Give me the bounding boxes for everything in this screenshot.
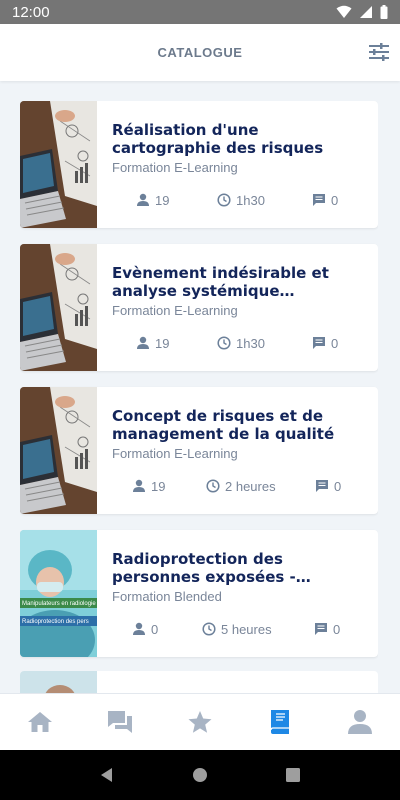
duration: 5 heures (202, 622, 272, 637)
recents-icon[interactable] (285, 767, 301, 783)
course-card[interactable]: Evènement indésirable et analyse systémi… (20, 244, 378, 371)
signal-icon (360, 6, 372, 18)
system-icons (336, 5, 388, 19)
course-meta: 19 1h30 0 (112, 191, 368, 209)
comments-count: 0 (314, 622, 340, 637)
course-thumbnail (20, 101, 97, 228)
tab-favorites[interactable] (160, 694, 240, 750)
system-navigation (0, 750, 400, 800)
wifi-icon (336, 5, 352, 18)
tab-catalogue[interactable] (240, 694, 320, 750)
app-bar: CATALOGUE (0, 24, 400, 81)
comment-icon (316, 480, 328, 492)
course-card[interactable]: Concept de risques et de management de l… (20, 387, 378, 514)
course-thumbnail (20, 244, 97, 371)
home-button-icon[interactable] (192, 767, 208, 783)
bottom-navigation (0, 693, 400, 750)
course-title: Réalisation d'une cartographie des risqu… (112, 121, 324, 157)
thumb-caption-1: Manipulateurs en radiologie (22, 601, 96, 607)
duration: 2 heures (206, 479, 276, 494)
duration-value: 2 heures (225, 478, 276, 494)
duration: 1h30 (217, 336, 265, 351)
tab-home[interactable] (0, 694, 80, 750)
comments-value: 0 (331, 192, 339, 208)
battery-icon (380, 5, 388, 19)
course-meta: 19 1h30 0 (112, 334, 368, 352)
comments-value: 0 (334, 478, 342, 494)
tab-profile[interactable] (320, 694, 400, 750)
clock-icon (206, 479, 220, 493)
course-list: Réalisation d'une cartographie des risqu… (20, 101, 378, 691)
course-type: Formation E-Learning (112, 160, 238, 175)
course-card[interactable]: Manipulateurs en radiologie Radioprotect… (20, 530, 378, 657)
learners-count: 19 (136, 336, 169, 351)
course-card[interactable]: Réalisation d'une cartographie des risqu… (20, 101, 378, 228)
home-icon (28, 712, 52, 732)
learners-count: 19 (132, 479, 165, 494)
course-body: Evènement indésirable et analyse systémi… (112, 264, 368, 318)
learners-value: 19 (151, 478, 166, 494)
status-time: 12:00 (12, 3, 50, 21)
course-meta: 19 2 heures 0 (112, 477, 368, 495)
thumb-caption-2: Radioprotection des pers (22, 619, 89, 625)
course-type: Formation Blended (112, 589, 222, 604)
course-body: Radioprotection des personnes exposées -… (112, 550, 368, 604)
person-icon (137, 336, 149, 349)
star-icon (188, 711, 212, 733)
learners-count: 19 (136, 193, 169, 208)
course-title: Evènement indésirable et analyse systémi… (112, 264, 329, 300)
clock-icon (202, 622, 216, 636)
person-icon (133, 622, 145, 635)
course-type: Formation E-Learning (112, 446, 238, 461)
tab-forum[interactable] (80, 694, 160, 750)
course-title: Concept de risques et de management de l… (112, 407, 335, 443)
learners-value: 0 (151, 621, 159, 637)
comment-icon (315, 623, 327, 635)
learners-value: 19 (155, 335, 170, 351)
comments-count: 0 (312, 193, 338, 208)
duration-value: 1h30 (236, 192, 265, 208)
course-body: Concept de risques et de management de l… (112, 407, 368, 461)
book-icon (270, 710, 289, 734)
learners-value: 19 (155, 192, 170, 208)
duration-value: 5 heures (221, 621, 272, 637)
comment-icon (313, 194, 325, 206)
course-body: Réalisation d'une cartographie des risqu… (112, 121, 368, 175)
person-icon (133, 479, 145, 492)
person-icon (137, 193, 149, 206)
course-type: Formation E-Learning (112, 303, 238, 318)
chat-icon (108, 711, 132, 733)
clock-icon (217, 336, 231, 350)
comment-icon (313, 337, 325, 349)
comments-count: 0 (312, 336, 338, 351)
comments-count: 0 (315, 479, 341, 494)
course-thumbnail (20, 387, 97, 514)
status-bar: 12:00 (0, 0, 400, 24)
back-icon[interactable] (99, 767, 115, 783)
duration: 1h30 (217, 193, 265, 208)
learners-count: 0 (132, 622, 158, 637)
duration-value: 1h30 (236, 335, 265, 351)
course-title: Radioprotection des personnes exposées -… (112, 550, 296, 586)
comments-value: 0 (333, 621, 341, 637)
filter-icon[interactable] (368, 41, 390, 63)
page-title: CATALOGUE (157, 45, 243, 60)
course-meta: 0 5 heures 0 (112, 620, 368, 638)
clock-icon (217, 193, 231, 207)
comments-value: 0 (331, 335, 339, 351)
person-icon (348, 710, 372, 734)
course-thumbnail: Manipulateurs en radiologie Radioprotect… (20, 530, 97, 657)
